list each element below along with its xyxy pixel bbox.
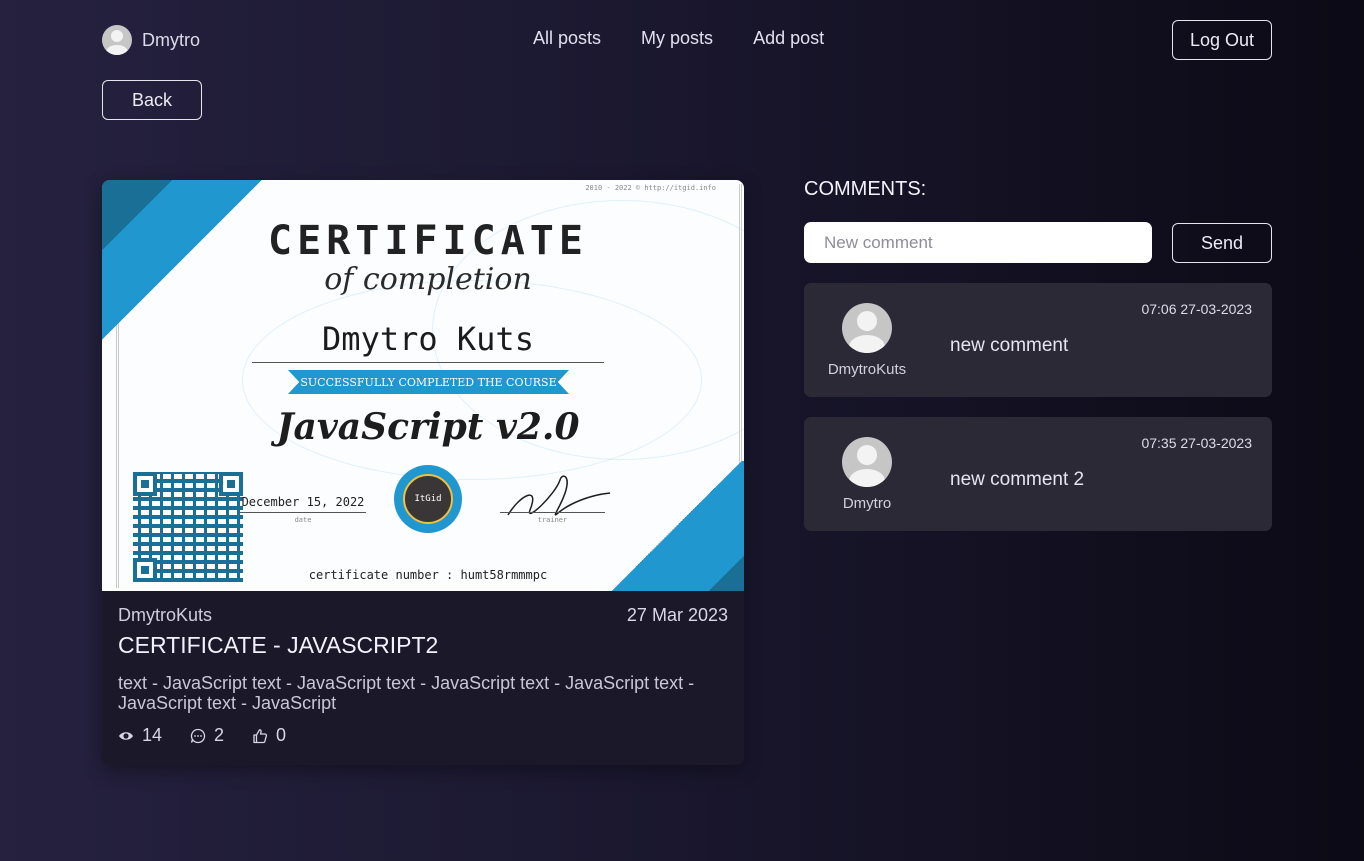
send-button[interactable]: Send (1172, 223, 1272, 263)
post-stats: 14 2 0 (118, 725, 286, 746)
nav-all-posts[interactable]: All posts (533, 28, 601, 49)
certificate-name: Dmytro Kuts (252, 320, 604, 363)
comment-item: Dmytro new comment 2 07:35 27-03-2023 (804, 417, 1272, 531)
certificate-title: CERTIFICATE (268, 218, 588, 264)
comment-author: Dmytro (842, 495, 892, 512)
likes-stat[interactable]: 0 (252, 725, 286, 746)
post-date: 27 Mar 2023 (626, 605, 728, 625)
comment-time: 07:35 27-03-2023 (1141, 435, 1252, 451)
post-author: DmytroKuts (118, 605, 213, 625)
likes-count: 0 (276, 725, 287, 745)
certificate-subtitle: of completion (324, 262, 532, 297)
comments-title: COMMENTS: (804, 178, 927, 200)
comment-time: 07:06 27-03-2023 (1141, 301, 1252, 317)
views-count: 14 (142, 725, 163, 745)
post-title: CERTIFICATE - JAVASCRIPT2 (118, 632, 439, 658)
certificate-ribbon: SUCCESSFULLY COMPLETED THE COURSE (288, 370, 569, 394)
certificate-date: December 15, 2022 (240, 495, 366, 513)
certificate-date-label: date (294, 516, 312, 524)
comment-author: DmytroKuts (827, 361, 907, 378)
eye-icon (119, 731, 133, 740)
comment-text: new comment (950, 335, 1069, 356)
comment-input[interactable] (804, 222, 1152, 263)
post-meta: DmytroKuts 27 Mar 2023 (118, 605, 728, 626)
trainer-line (500, 512, 605, 513)
qr-code (133, 472, 243, 582)
logout-button[interactable]: Log Out (1172, 20, 1272, 60)
avatar (842, 437, 892, 487)
comment-text: new comment 2 (950, 469, 1085, 490)
comment-icon (190, 728, 206, 743)
main-nav: All posts My posts Add post (533, 28, 824, 49)
post-card: 2010 - 2022 © http://itgid.info CERTIFIC… (102, 180, 744, 765)
post-image: 2010 - 2022 © http://itgid.info CERTIFIC… (102, 180, 744, 591)
trainer-label: trainer (537, 516, 568, 524)
back-button[interactable]: Back (102, 80, 202, 120)
comments-count: 2 (214, 725, 225, 745)
current-user: Dmytro (102, 25, 200, 55)
seal-icon: ItGid (394, 465, 462, 533)
comments-stat: 2 (190, 725, 224, 746)
certificate-course: JavaScript v2.0 (276, 406, 580, 448)
avatar (102, 25, 132, 55)
certificate-top-note: 2010 - 2022 © http://itgid.info (585, 184, 716, 192)
nav-add-post[interactable]: Add post (753, 28, 824, 49)
comment-item: DmytroKuts new comment 07:06 27-03-2023 (804, 283, 1272, 397)
thumbs-up-icon[interactable] (252, 728, 268, 744)
certificate-number: certificate number : humt58rmmmpc (308, 568, 548, 582)
nav-my-posts[interactable]: My posts (641, 28, 713, 49)
post-text: text - JavaScript text - JavaScript text… (118, 673, 695, 713)
views-stat: 14 (118, 725, 162, 746)
user-name: Dmytro (142, 29, 200, 50)
avatar (842, 303, 892, 353)
